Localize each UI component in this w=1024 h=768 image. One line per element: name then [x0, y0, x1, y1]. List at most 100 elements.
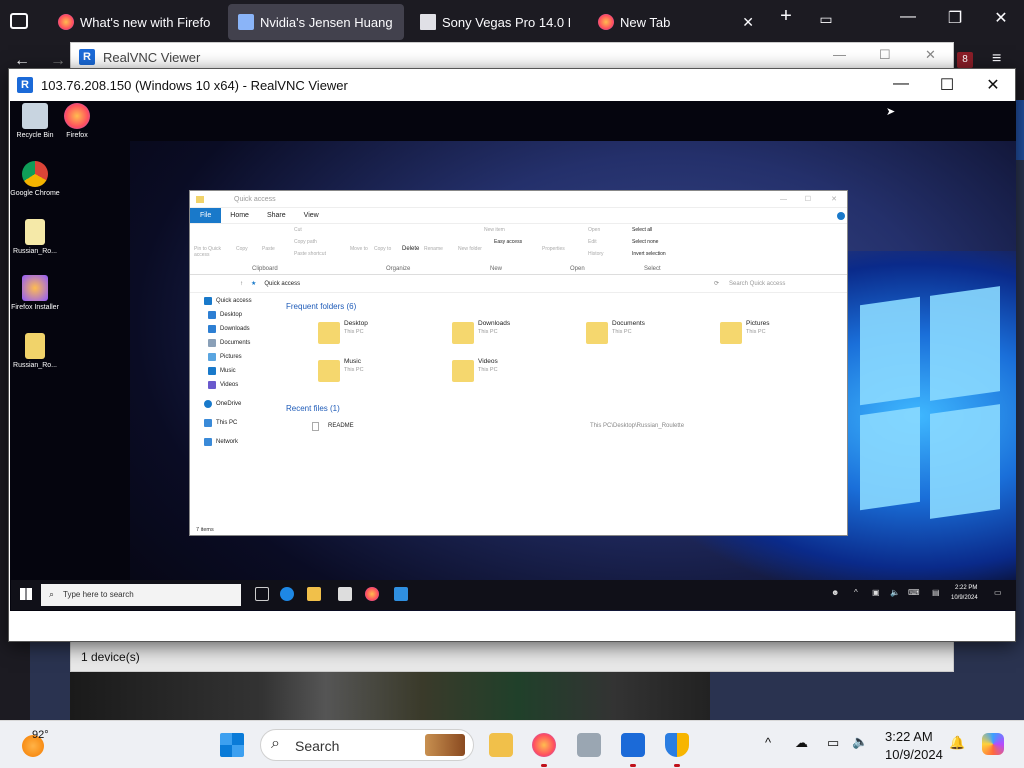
remote-clock-date[interactable]: 10/9/2024: [951, 595, 978, 601]
minimize-icon[interactable]: —: [833, 47, 846, 62]
cloud-offline-icon[interactable]: ☁: [795, 735, 808, 751]
windows-start-icon[interactable]: [20, 588, 32, 600]
open-button[interactable]: Open: [588, 227, 600, 233]
vnc-server-icon[interactable]: [577, 733, 601, 757]
folder-pictures[interactable]: Pictures This PC: [720, 320, 840, 350]
copy-button[interactable]: Copy: [236, 246, 248, 252]
keyboard-icon[interactable]: ⌨: [908, 588, 920, 597]
close-icon[interactable]: ✕: [986, 8, 1016, 28]
properties-button[interactable]: Properties: [542, 246, 565, 252]
easy-access-button[interactable]: Easy access: [494, 239, 522, 245]
frequent-folders-header[interactable]: Frequent folders (6): [286, 302, 356, 311]
select-all-button[interactable]: Select all: [632, 227, 652, 233]
search-quick-access-input[interactable]: Search Quick access: [729, 281, 839, 287]
select-none-button[interactable]: Select none: [632, 239, 658, 245]
tab-list-icon[interactable]: [10, 13, 28, 29]
recent-file-readme[interactable]: README This PC\Desktop\Russian_Roulette: [312, 422, 762, 434]
delete-button[interactable]: Delete: [402, 246, 419, 252]
realvnc-viewer-icon[interactable]: [621, 733, 645, 757]
copy-to-button[interactable]: Copy to: [374, 246, 391, 252]
folder-videos[interactable]: Videos This PC: [452, 358, 572, 388]
folder-desktop[interactable]: Desktop This PC: [318, 320, 438, 350]
tab-whats-new-firefox[interactable]: What's new with Firefox: [48, 4, 220, 40]
move-to-button[interactable]: Move to: [350, 246, 368, 252]
task-view-icon[interactable]: [255, 587, 269, 601]
nav-desktop[interactable]: Desktop: [190, 308, 282, 322]
folder-documents[interactable]: Documents This PC: [586, 320, 706, 350]
history-button[interactable]: History: [588, 251, 604, 257]
mail-icon[interactable]: [394, 587, 408, 601]
nav-onedrive[interactable]: OneDrive: [190, 397, 282, 411]
close-icon[interactable]: ✕: [831, 195, 837, 203]
maximize-icon[interactable]: ☐: [932, 75, 962, 95]
tab-new-tab[interactable]: New Tab ✕: [588, 4, 764, 40]
desktop-icon-firefox-installer[interactable]: Firefox Installer: [10, 275, 60, 312]
tab-home[interactable]: Home: [221, 212, 258, 219]
nav-quick-access[interactable]: Quick access: [190, 294, 282, 308]
cut-button[interactable]: Cut: [294, 227, 302, 233]
file-explorer-icon[interactable]: [489, 733, 513, 757]
remote-clock-time[interactable]: 2:22 PM: [955, 585, 977, 591]
minimize-icon[interactable]: —: [893, 8, 923, 26]
maximize-icon[interactable]: ❐: [940, 8, 970, 28]
host-clock-date[interactable]: 10/9/2024: [885, 747, 943, 762]
minimize-icon[interactable]: —: [886, 75, 916, 93]
volume-icon[interactable]: 🔈: [852, 734, 868, 750]
edge-icon[interactable]: [280, 587, 294, 601]
invert-selection-button[interactable]: Invert selection: [632, 251, 666, 257]
help-icon[interactable]: [837, 211, 845, 220]
rename-button[interactable]: Rename: [424, 246, 443, 252]
recent-files-header[interactable]: Recent files (1): [286, 404, 340, 413]
nav-videos[interactable]: Videos: [190, 378, 282, 392]
edit-button[interactable]: Edit: [588, 239, 597, 245]
close-tab-icon[interactable]: ✕: [742, 14, 754, 31]
tab-view[interactable]: View: [295, 212, 328, 219]
extension-icon[interactable]: 8: [957, 52, 973, 68]
nav-network[interactable]: Network: [190, 435, 282, 449]
desktop-icon-chrome[interactable]: Google Chrome: [10, 161, 60, 198]
paste-button[interactable]: Paste: [262, 246, 275, 252]
close-icon[interactable]: ✕: [978, 75, 1008, 95]
maximize-icon[interactable]: ☐: [805, 195, 811, 203]
maximize-icon[interactable]: ☐: [879, 47, 891, 63]
windows-start-icon[interactable]: [220, 733, 244, 757]
tab-share[interactable]: Share: [258, 212, 295, 219]
folder-music[interactable]: Music This PC: [318, 358, 438, 388]
tab-overview-icon[interactable]: ▭: [811, 11, 841, 28]
file-explorer-icon[interactable]: [307, 587, 321, 601]
chevron-up-icon[interactable]: ^: [854, 588, 858, 597]
tab-nvidia-jensen-huang[interactable]: Nvidia's Jensen Huang: [228, 4, 404, 40]
notification-icon[interactable]: ▭: [994, 588, 1002, 597]
nav-music[interactable]: Music: [190, 364, 282, 378]
firefox-icon[interactable]: [365, 587, 379, 601]
language-icon[interactable]: ▤: [932, 588, 940, 597]
minimize-icon[interactable]: —: [780, 196, 787, 203]
menu-icon[interactable]: ≡: [992, 50, 1001, 68]
close-icon[interactable]: ✕: [925, 47, 936, 63]
store-icon[interactable]: [338, 587, 352, 601]
remote-desktop[interactable]: ➤ Recycle Bin Firefox Google Chrome Russ…: [10, 101, 1016, 611]
chevron-up-icon[interactable]: ^: [765, 735, 771, 750]
weather-temperature[interactable]: 92°: [32, 729, 49, 741]
desktop-icon-firefox[interactable]: Firefox: [52, 103, 102, 140]
copilot-icon[interactable]: [982, 733, 1004, 755]
notification-bell-icon[interactable]: 🔔: [949, 735, 965, 751]
paste-shortcut-button[interactable]: Paste shortcut: [294, 251, 326, 257]
new-item-button[interactable]: New item: [484, 227, 505, 233]
volume-icon[interactable]: 🔈: [890, 588, 900, 597]
folder-downloads[interactable]: Downloads This PC: [452, 320, 572, 350]
address-bar[interactable]: ↑ ★ Quick access ⟳ Search Quick access: [190, 275, 847, 293]
nav-downloads[interactable]: Downloads: [190, 322, 282, 336]
refresh-icon[interactable]: ⟳: [714, 280, 719, 287]
desktop-icon-russian-roulette-zip[interactable]: Russian_Ro...: [10, 333, 60, 370]
nav-this-pc[interactable]: This PC: [190, 416, 282, 430]
desktop-icon-russian-roulette-text[interactable]: Russian_Ro...: [10, 219, 60, 256]
tab-file[interactable]: File: [190, 208, 222, 223]
up-arrow-icon[interactable]: ↑: [240, 281, 243, 287]
firefox-icon[interactable]: [532, 733, 556, 757]
people-icon[interactable]: ☻: [831, 588, 839, 597]
host-clock-time[interactable]: 3:22 AM: [885, 729, 933, 744]
pin-quick-access-button[interactable]: Pin to Quick access: [194, 246, 230, 258]
nav-pictures[interactable]: Pictures: [190, 350, 282, 364]
display-icon[interactable]: ▭: [827, 735, 839, 751]
